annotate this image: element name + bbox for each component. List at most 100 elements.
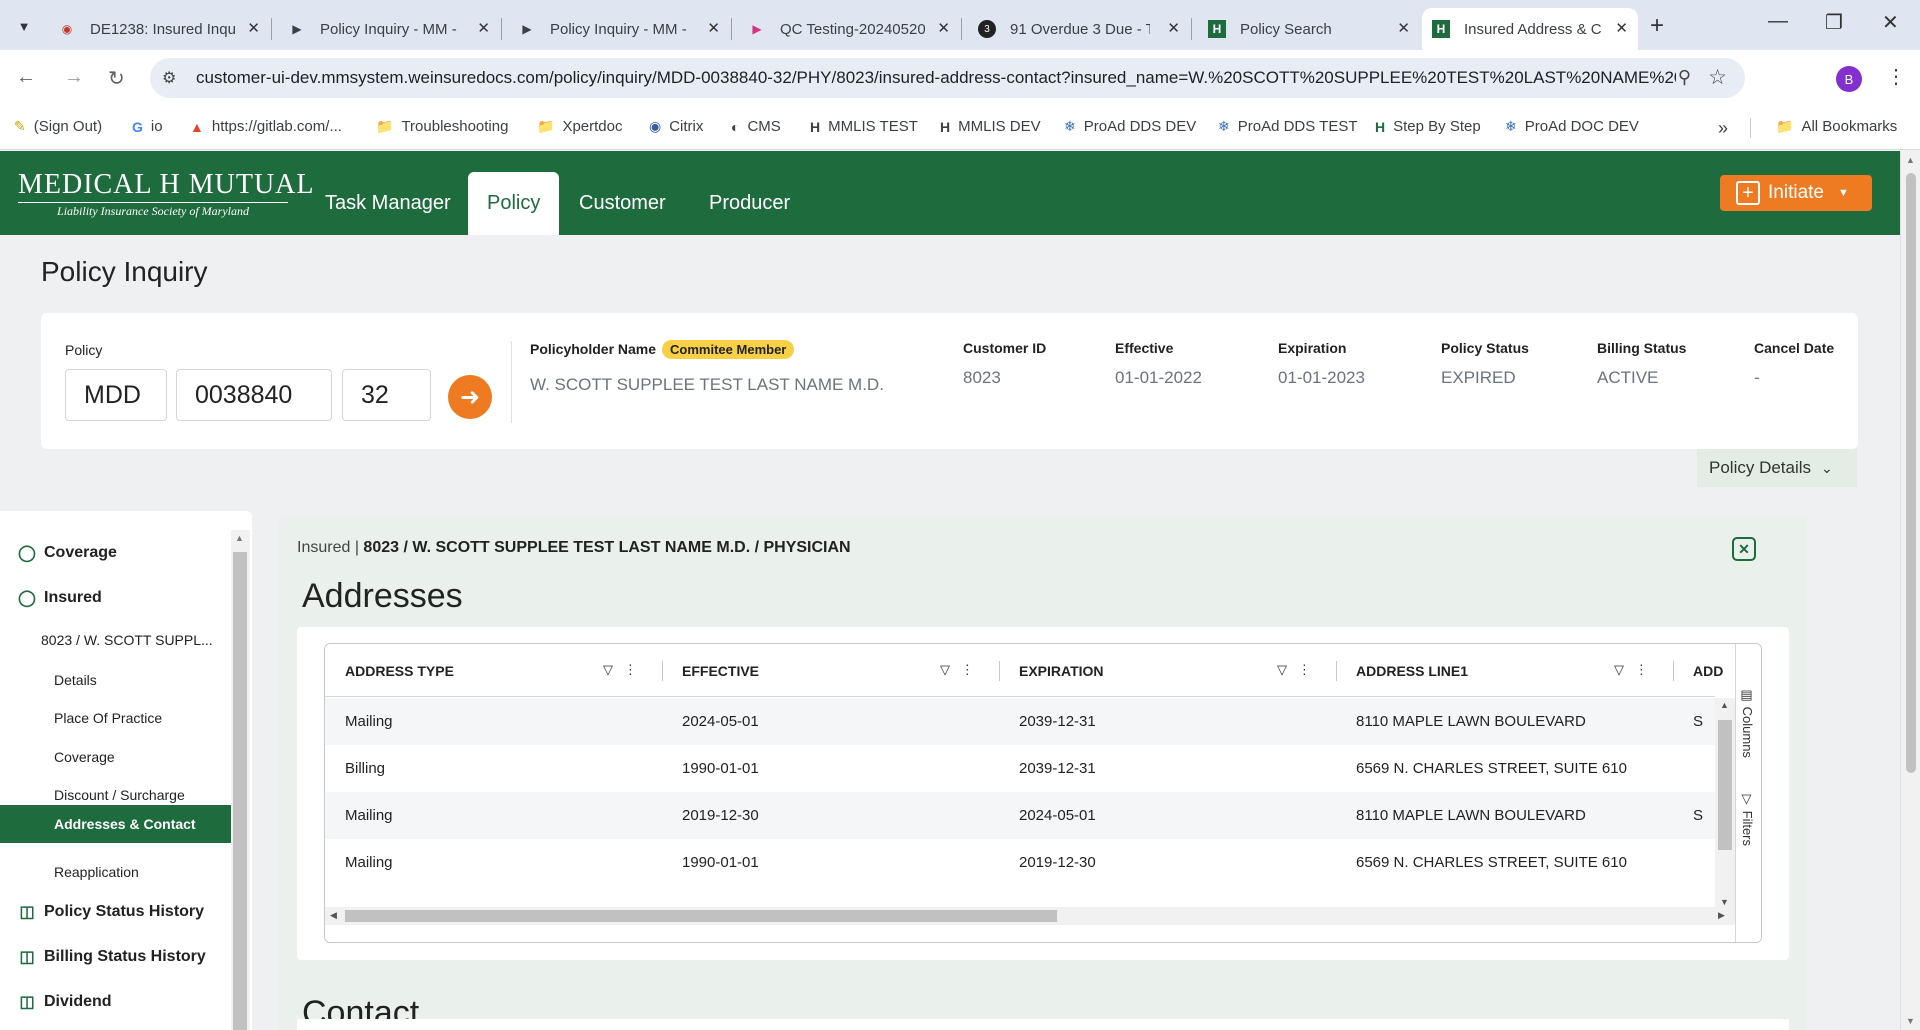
column-resizer[interactable]: [999, 661, 1000, 681]
page-vertical-scrollbar[interactable]: ▲ ▼: [1900, 151, 1920, 1030]
new-tab-plus-icon[interactable]: +: [1650, 12, 1664, 40]
tab-search-chevron-icon[interactable]: ▼: [10, 12, 38, 40]
nav-policy[interactable]: Policy: [468, 172, 560, 235]
more-bookmarks-chevron-icon[interactable]: »: [1718, 118, 1728, 139]
grid-horizontal-scroll-thumb[interactable]: [345, 910, 1057, 922]
scroll-right-arrow-icon[interactable]: ▶: [1718, 910, 1725, 921]
scroll-up-arrow-icon[interactable]: ▲: [1906, 155, 1915, 165]
sidebar-sub-discount-surcharge[interactable]: Discount / Surcharge: [54, 787, 185, 803]
browser-tab-1[interactable]: ◉ DE1238: Insured Inqu ✕: [48, 8, 270, 50]
policy-suffix-input[interactable]: 32: [342, 369, 431, 421]
column-menu-kebab-icon[interactable]: ⋮: [1298, 662, 1311, 677]
scroll-down-arrow-icon[interactable]: ▼: [1720, 897, 1729, 907]
bookmark-gitlab[interactable]: ▲ https://gitlab.com/...: [190, 118, 342, 135]
table-row[interactable]: Mailing 1990-01-01 2019-12-30 6569 N. CH…: [325, 839, 1715, 886]
browser-tab-3[interactable]: ▶ Policy Inquiry - MM - ✕: [508, 8, 730, 50]
filter-icon[interactable]: ▽: [603, 662, 613, 677]
bookmark-troubleshooting[interactable]: 📁 Troubleshooting: [376, 118, 508, 135]
sidebar-sub-addresses-contact[interactable]: Addresses & Contact: [0, 805, 231, 843]
sidebar-sub-reapplication[interactable]: Reapplication: [54, 864, 139, 880]
table-row[interactable]: Billing 1990-01-01 2039-12-31 6569 N. CH…: [325, 745, 1715, 792]
close-tab-icon[interactable]: ✕: [707, 19, 720, 37]
columns-panel-tab[interactable]: ▤ Columns: [1740, 688, 1755, 758]
filter-icon[interactable]: ▽: [1277, 662, 1287, 677]
zoom-magnifier-icon[interactable]: ⚲: [1678, 67, 1691, 88]
all-bookmarks[interactable]: 📁 All Bookmarks: [1776, 118, 1897, 135]
browser-tab-6[interactable]: H Policy Search ✕: [1198, 8, 1420, 50]
bookmark-sign-out[interactable]: ✎ (Sign Out): [14, 118, 102, 135]
restore-icon[interactable]: ❐: [1825, 10, 1843, 35]
column-filter-menu-icons[interactable]: ▽ ⋮: [1277, 662, 1311, 678]
bookmark-citrix[interactable]: ◉ Citrix: [649, 118, 703, 135]
sidebar-item-policy-status-history[interactable]: ◫ Policy Status History: [18, 902, 204, 922]
search-go-arrow-button[interactable]: ➜: [448, 375, 492, 419]
close-tab-icon[interactable]: ✕: [1397, 19, 1410, 37]
bookmark-proad-dds-test[interactable]: ❄ ProAd DDS TEST: [1218, 118, 1358, 135]
close-tab-icon[interactable]: ✕: [937, 19, 950, 37]
sidebar-scroll-thumb[interactable]: [233, 552, 247, 1030]
minimize-icon[interactable]: —: [1768, 10, 1788, 33]
column-header-expiration[interactable]: EXPIRATION: [1019, 663, 1104, 679]
customer-id-value[interactable]: 8023: [963, 368, 1001, 388]
column-header-address-line1[interactable]: ADDRESS LINE1: [1356, 663, 1468, 679]
close-tab-icon[interactable]: ✕: [477, 19, 490, 37]
close-tab-icon[interactable]: ✕: [1615, 19, 1628, 37]
sidebar-item-insured[interactable]: ◯ Insured: [18, 588, 102, 608]
sidebar-scrollbar[interactable]: ▲: [231, 530, 250, 1030]
browser-tab-7-active[interactable]: H Insured Address & C ✕: [1422, 8, 1638, 50]
bookmark-proad-dds-dev[interactable]: ❄ ProAd DDS DEV: [1064, 118, 1196, 135]
policy-details-toggle[interactable]: Policy Details ⌄: [1697, 449, 1857, 487]
column-filter-menu-icons[interactable]: ▽ ⋮: [603, 662, 637, 678]
address-bar[interactable]: ⚙ customer-ui-dev.mmsystem.weinsuredocs.…: [150, 58, 1745, 98]
nav-producer[interactable]: Producer: [690, 172, 809, 235]
column-menu-kebab-icon[interactable]: ⋮: [961, 662, 974, 677]
column-filter-menu-icons[interactable]: ▽ ⋮: [940, 662, 974, 678]
sidebar-sub-coverage[interactable]: Coverage: [54, 749, 115, 765]
medical-mutual-logo[interactable]: MEDICAL H MUTUAL Liability Insurance Soc…: [18, 169, 315, 219]
close-tab-icon[interactable]: ✕: [1167, 19, 1180, 37]
bookmark-cms[interactable]: ◐ CMS: [731, 118, 781, 135]
column-header-address-type[interactable]: ADDRESS TYPE: [345, 663, 454, 679]
scroll-up-arrow-icon[interactable]: ▲: [235, 533, 244, 543]
table-row[interactable]: Mailing 2024-05-01 2039-12-31 8110 MAPLE…: [325, 698, 1715, 745]
forward-arrow-icon[interactable]: →: [64, 66, 84, 89]
column-menu-kebab-icon[interactable]: ⋮: [624, 662, 637, 677]
sidebar-item-coverage[interactable]: ◯ Coverage: [18, 543, 117, 563]
column-header-address-line2[interactable]: ADD: [1693, 663, 1723, 679]
sidebar-sub-details[interactable]: Details: [54, 672, 97, 688]
sidebar-sub-place-of-practice[interactable]: Place Of Practice: [54, 710, 162, 726]
scroll-left-arrow-icon[interactable]: ◀: [330, 910, 337, 921]
bookmark-star-icon[interactable]: ☆: [1708, 65, 1727, 90]
nav-customer[interactable]: Customer: [560, 172, 685, 235]
policy-number-input[interactable]: 0038840: [176, 369, 332, 421]
profile-avatar[interactable]: B: [1836, 66, 1862, 92]
column-resizer[interactable]: [1673, 661, 1674, 681]
reload-icon[interactable]: ↻: [108, 66, 125, 91]
filter-icon[interactable]: ▽: [940, 662, 950, 677]
browser-menu-kebab-icon[interactable]: ⋮: [1886, 64, 1906, 89]
bookmark-step-by-step[interactable]: H Step By Step: [1375, 118, 1481, 135]
url-text[interactable]: customer-ui-dev.mmsystem.weinsuredocs.co…: [196, 68, 1676, 88]
browser-tab-2[interactable]: ▶ Policy Inquiry - MM - ✕: [278, 8, 500, 50]
page-scroll-thumb[interactable]: [1906, 173, 1916, 773]
bookmark-xpertdoc[interactable]: 📁 Xpertdoc: [537, 118, 622, 135]
column-filter-menu-icons[interactable]: ▽ ⋮: [1614, 662, 1648, 678]
sidebar-item-billing-status-history[interactable]: ◫ Billing Status History: [18, 947, 205, 967]
back-arrow-icon[interactable]: ←: [16, 66, 36, 89]
bookmark-io[interactable]: Gio: [132, 118, 163, 135]
grid-vertical-scroll-thumb[interactable]: [1718, 720, 1732, 850]
bookmark-proad-doc-dev[interactable]: ❄ ProAd DOC DEV: [1505, 118, 1639, 135]
scroll-up-arrow-icon[interactable]: ▲: [1720, 700, 1729, 710]
bookmark-mmlis-test[interactable]: H MMLIS TEST: [810, 118, 918, 135]
nav-task-manager[interactable]: Task Manager: [306, 172, 470, 235]
site-settings-icon[interactable]: ⚙: [162, 68, 176, 88]
filter-icon[interactable]: ▽: [1614, 662, 1624, 677]
sidebar-insured-group[interactable]: 8023 / W. SCOTT SUPPL...: [41, 632, 213, 648]
grid-horizontal-scrollbar[interactable]: ◀ ▶: [325, 907, 1735, 925]
close-window-icon[interactable]: ✕: [1882, 10, 1899, 35]
grid-vertical-scrollbar[interactable]: ▲ ▼: [1715, 698, 1735, 909]
column-resizer[interactable]: [1336, 661, 1337, 681]
table-row[interactable]: Mailing 2019-12-30 2024-05-01 8110 MAPLE…: [325, 792, 1715, 839]
filters-panel-tab[interactable]: ▽ Filters: [1740, 792, 1755, 846]
column-menu-kebab-icon[interactable]: ⋮: [1635, 662, 1648, 677]
